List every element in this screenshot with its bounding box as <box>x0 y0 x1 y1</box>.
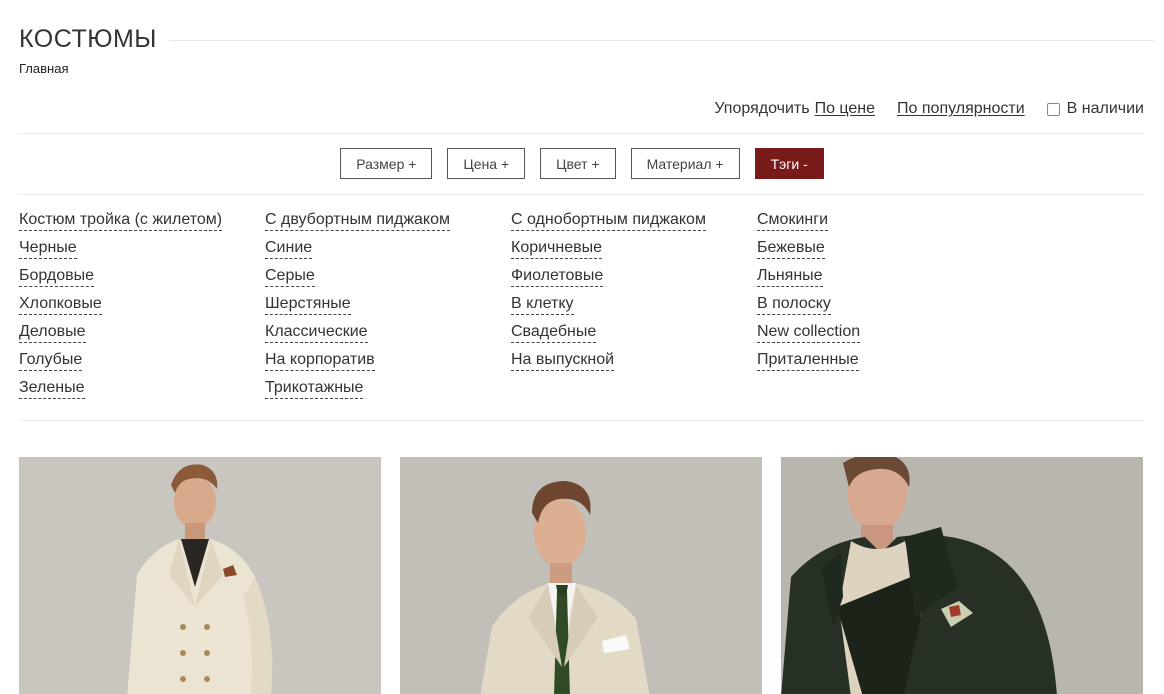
product-image <box>400 457 762 694</box>
filter-size-button[interactable]: Размер + <box>340 148 433 179</box>
product-card[interactable] <box>781 457 1143 694</box>
tags-column-4: Смокинги Бежевые Льняные В полоску New c… <box>757 210 1003 406</box>
tag-link[interactable]: Зеленые <box>19 378 265 406</box>
title-divider <box>168 39 1154 41</box>
filter-tags-button[interactable]: Тэги - <box>754 148 824 179</box>
tag-link[interactable]: Черные <box>19 238 265 266</box>
tags-column-2: С двубортным пиджаком Синие Серые Шерстя… <box>265 210 511 406</box>
tag-link[interactable]: Серые <box>265 266 511 294</box>
page-title: КОСТЮМЫ <box>19 24 157 53</box>
tag-link[interactable]: Костюм тройка (с жилетом) <box>19 210 265 238</box>
tag-link[interactable]: С однобортным пиджаком <box>511 210 757 238</box>
filter-color-button[interactable]: Цвет + <box>540 148 616 179</box>
filter-bar: Размер + Цена + Цвет + Материал + Тэги - <box>0 148 1164 179</box>
tag-link[interactable]: Свадебные <box>511 322 757 350</box>
sort-by-popularity-link[interactable]: По популярности <box>897 100 1025 118</box>
tags-column-1: Костюм тройка (с жилетом) Черные Бордовы… <box>19 210 265 406</box>
sort-bar: Упорядочить По цене По популярности В на… <box>714 100 1144 118</box>
product-card[interactable] <box>19 457 381 694</box>
tag-link[interactable]: Бежевые <box>757 238 1003 266</box>
tag-link[interactable]: Бордовые <box>19 266 265 294</box>
tag-link[interactable]: Трикотажные <box>265 378 511 406</box>
tag-link[interactable]: На выпускной <box>511 350 757 378</box>
product-card[interactable] <box>400 457 762 694</box>
tag-link[interactable]: New collection <box>757 322 1003 350</box>
tag-link[interactable]: В клетку <box>511 294 757 322</box>
tags-panel: Костюм тройка (с жилетом) Черные Бордовы… <box>19 210 1003 406</box>
tag-link[interactable]: Фиолетовые <box>511 266 757 294</box>
in-stock-label: В наличии <box>1066 100 1144 117</box>
tag-link[interactable]: Классические <box>265 322 511 350</box>
sort-by-price-link[interactable]: По цене <box>815 100 875 118</box>
breadcrumb-home[interactable]: Главная <box>19 61 68 76</box>
product-grid <box>19 457 1143 694</box>
in-stock-checkbox[interactable] <box>1046 102 1060 116</box>
product-image <box>19 457 381 694</box>
filter-material-button[interactable]: Материал + <box>630 148 740 179</box>
tags-column-3: С однобортным пиджаком Коричневые Фиолет… <box>511 210 757 406</box>
tag-link[interactable]: С двубортным пиджаком <box>265 210 511 238</box>
divider <box>19 133 1144 134</box>
tag-link[interactable]: Хлопковые <box>19 294 265 322</box>
page-header: КОСТЮМЫ <box>19 24 1154 54</box>
in-stock-toggle[interactable]: В наличии <box>1046 100 1144 118</box>
divider <box>19 194 1144 195</box>
divider <box>19 420 1144 421</box>
tag-link[interactable]: Деловые <box>19 322 265 350</box>
sort-label: Упорядочить <box>714 100 810 117</box>
tag-link[interactable]: Синие <box>265 238 511 266</box>
tag-link[interactable]: Приталенные <box>757 350 1003 378</box>
tag-link[interactable]: Коричневые <box>511 238 757 266</box>
tag-link[interactable]: В полоску <box>757 294 1003 322</box>
tag-link[interactable]: Шерстяные <box>265 294 511 322</box>
tag-link[interactable]: Льняные <box>757 266 1003 294</box>
tag-link[interactable]: Голубые <box>19 350 265 378</box>
tag-link[interactable]: На корпоратив <box>265 350 511 378</box>
product-image <box>781 457 1143 694</box>
tag-link[interactable]: Смокинги <box>757 210 1003 238</box>
filter-price-button[interactable]: Цена + <box>447 148 526 179</box>
